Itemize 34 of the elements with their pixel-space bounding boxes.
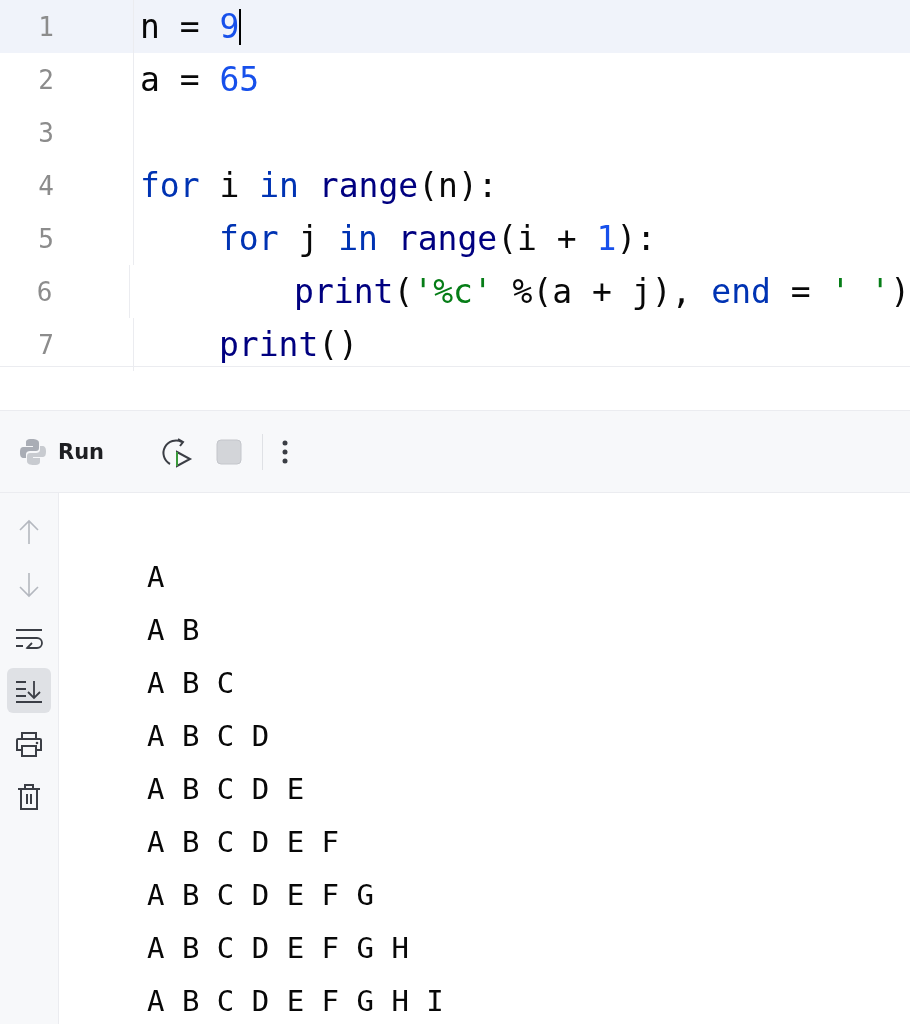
code-line: n = 9 xyxy=(139,7,240,46)
output-line: A B C xyxy=(147,665,236,702)
output-line: A xyxy=(147,559,166,596)
code-line: print() xyxy=(218,325,359,364)
scroll-end-button[interactable] xyxy=(7,668,51,713)
code-line: for j in range(i + 1): xyxy=(218,219,657,258)
line-number: 3 xyxy=(37,117,54,148)
trash-icon xyxy=(17,782,41,811)
line-number: 4 xyxy=(37,170,54,201)
line-number: 2 xyxy=(37,64,54,95)
code-line: for i in range(n): xyxy=(139,166,498,205)
output-line: A B xyxy=(147,612,201,649)
scroll-to-end-icon xyxy=(15,678,43,703)
more-icon xyxy=(281,438,290,465)
line-number: 6 xyxy=(35,276,53,307)
output-line: A B C D E xyxy=(147,771,306,808)
down-arrow-icon xyxy=(18,571,40,598)
output-line: A B C D E F G H I xyxy=(147,983,444,1020)
code-line: a = 65 xyxy=(139,60,260,99)
output-line: A B C D E F xyxy=(147,824,341,861)
printer-icon xyxy=(15,730,43,757)
stop-icon xyxy=(216,438,243,465)
code-line: print('%c' %(a + j), end = ' ') xyxy=(293,272,910,311)
soft-wrap-icon xyxy=(15,626,43,649)
line-number: 7 xyxy=(37,329,54,360)
python-icon xyxy=(18,436,48,467)
output-line: A B C D xyxy=(147,718,271,755)
line-number: 5 xyxy=(37,223,54,254)
text-cursor xyxy=(239,8,242,45)
run-tab[interactable]: Run xyxy=(58,439,105,464)
line-number: 1 xyxy=(37,11,54,42)
output-line: A B C D E F G xyxy=(147,877,375,914)
up-arrow-icon xyxy=(18,518,40,545)
output-line: A B C D E F G H xyxy=(147,930,410,967)
